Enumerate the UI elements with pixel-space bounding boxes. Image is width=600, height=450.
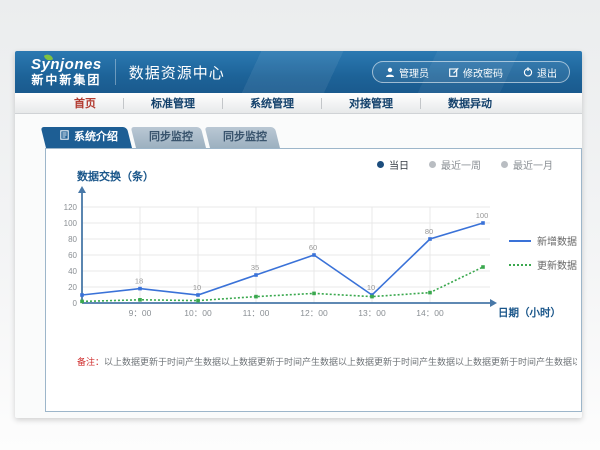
svg-text:60: 60 bbox=[309, 243, 317, 252]
svg-text:60: 60 bbox=[68, 251, 77, 260]
svg-text:80: 80 bbox=[425, 227, 433, 236]
chart-legend: 新增数据 更新数据 bbox=[509, 233, 577, 272]
footnote-label: 备注： bbox=[77, 357, 104, 367]
legend-item-update-data[interactable]: 更新数据 bbox=[509, 257, 577, 272]
svg-text:0: 0 bbox=[73, 299, 78, 308]
svg-text:12：00: 12：00 bbox=[300, 308, 328, 318]
tab-system-intro[interactable]: 系统介绍 bbox=[46, 127, 132, 148]
main-nav: 首页 标准管理 系统管理 对接管理 数据异动 bbox=[15, 93, 582, 114]
user-icon bbox=[385, 67, 395, 77]
solid-line-icon bbox=[509, 240, 531, 242]
change-password-button[interactable]: 修改密码 bbox=[439, 65, 513, 80]
legend-label: 新增数据 bbox=[537, 233, 577, 248]
change-password-label: 修改密码 bbox=[463, 65, 503, 80]
legend-item-new-data[interactable]: 新增数据 bbox=[509, 233, 577, 248]
power-icon bbox=[523, 67, 533, 77]
svg-text:80: 80 bbox=[68, 235, 77, 244]
footnote: 备注：以上数据更新于时间产生数据以上数据更新于时间产生数据以上数据更新于时间产生… bbox=[77, 355, 577, 368]
svg-text:100: 100 bbox=[476, 211, 489, 220]
tab-label: 系统介绍 bbox=[74, 127, 118, 148]
tab-sync-monitor-2[interactable]: 同步监控 bbox=[210, 127, 280, 148]
tab-label: 同步监控 bbox=[223, 127, 267, 148]
svg-text:40: 40 bbox=[68, 267, 77, 276]
logout-label: 退出 bbox=[537, 65, 557, 80]
logo-wordmark: Synjones bbox=[31, 57, 102, 74]
footnote-text: 以上数据更新于时间产生数据以上数据更新于时间产生数据以上数据更新于时间产生数据以… bbox=[104, 357, 577, 367]
logo: Synjones 新中新集团 bbox=[31, 57, 102, 87]
admin-user-button[interactable]: 管理员 bbox=[375, 65, 439, 80]
user-menu: 管理员 修改密码 退出 bbox=[372, 61, 570, 83]
page-title: 数据资源中心 bbox=[129, 62, 225, 83]
app-window: Synjones 新中新集团 数据资源中心 管理员 修改密码 bbox=[15, 51, 582, 418]
nav-item-data-change[interactable]: 数据异动 bbox=[421, 95, 519, 111]
nav-item-system-mgmt[interactable]: 系统管理 bbox=[223, 95, 321, 111]
svg-text:10：00: 10：00 bbox=[184, 308, 212, 318]
svg-text:11：00: 11：00 bbox=[243, 308, 270, 318]
svg-text:10: 10 bbox=[367, 283, 375, 292]
page-background: Synjones 新中新集团 数据资源中心 管理员 修改密码 bbox=[0, 0, 600, 450]
svg-text:18: 18 bbox=[135, 277, 143, 286]
svg-text:14：00: 14：00 bbox=[416, 308, 444, 318]
dotted-line-icon bbox=[509, 264, 531, 266]
svg-text:13：00: 13：00 bbox=[358, 308, 386, 318]
svg-text:20: 20 bbox=[68, 283, 77, 292]
app-header: Synjones 新中新集团 数据资源中心 管理员 修改密码 bbox=[15, 51, 582, 93]
logout-button[interactable]: 退出 bbox=[513, 65, 567, 80]
nav-item-interface-mgmt[interactable]: 对接管理 bbox=[322, 95, 420, 111]
svg-text:35: 35 bbox=[251, 263, 259, 272]
line-chart: 0 20 40 60 80 100 120 9：00 10：00 11：00 12：00 13：00 1… bbox=[46, 149, 582, 413]
tab-label: 同步监控 bbox=[149, 127, 193, 148]
legend-label: 更新数据 bbox=[537, 257, 577, 272]
svg-text:120: 120 bbox=[64, 203, 78, 212]
svg-text:10: 10 bbox=[193, 283, 201, 292]
nav-item-standard-mgmt[interactable]: 标准管理 bbox=[124, 95, 222, 111]
svg-text:100: 100 bbox=[64, 219, 78, 228]
tab-bar: 系统介绍 同步监控 同步监控 bbox=[46, 127, 280, 148]
chart-panel: 当日 最近一周 最近一月 数据交换（条） 0204060801001209：00… bbox=[45, 148, 582, 412]
admin-user-label: 管理员 bbox=[399, 65, 429, 80]
logo-company-name: 新中新集团 bbox=[31, 74, 102, 87]
header-divider bbox=[115, 59, 116, 85]
edit-icon bbox=[449, 67, 459, 77]
tab-sync-monitor-1[interactable]: 同步监控 bbox=[136, 127, 206, 148]
nav-item-home[interactable]: 首页 bbox=[47, 95, 123, 111]
x-axis-title: 日期（小时） bbox=[498, 305, 561, 320]
document-icon bbox=[60, 127, 69, 148]
svg-text:9：00: 9：00 bbox=[129, 308, 152, 318]
